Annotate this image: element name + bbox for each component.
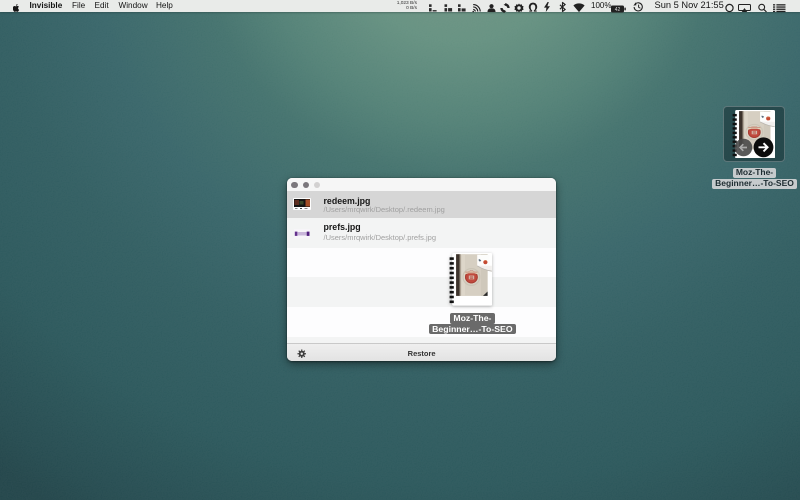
svg-text:42: 42 <box>615 6 621 12</box>
